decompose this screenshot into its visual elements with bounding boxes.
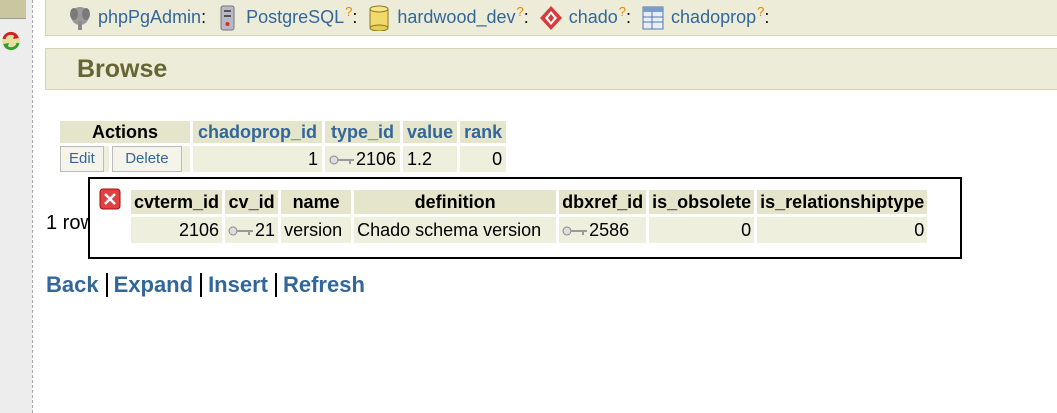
crumb-schema[interactable]: chado?: — [539, 4, 641, 31]
key-icon — [329, 155, 354, 165]
type-id-link[interactable]: 2106 — [356, 149, 396, 169]
table-header-row: Actions chadoprop_id type_id value rank — [60, 121, 507, 143]
crumb-label[interactable]: chado — [569, 7, 618, 28]
popup-header-definition: definition — [354, 190, 557, 214]
dbxref-id-link[interactable]: 2586 — [589, 220, 629, 240]
help-link[interactable]: ? — [757, 4, 764, 19]
key-icon — [228, 226, 254, 236]
popup-header-is-obsolete: is_obsolete — [649, 190, 755, 214]
cell-chadoprop-id: 1 — [193, 146, 322, 172]
popup-header-name: name — [281, 190, 352, 214]
crumb-phppgadmin[interactable]: phpPgAdmin: — [68, 5, 216, 31]
server-icon — [220, 5, 235, 30]
crumb-server[interactable]: PostgreSQL?: — [216, 4, 367, 31]
column-header-chadoprop-id[interactable]: chadoprop_id — [193, 121, 322, 143]
title-bar: Browse — [45, 48, 1057, 90]
cell-type-id[interactable]: 2106 — [325, 146, 401, 172]
crumb-label[interactable]: hardwood_dev — [397, 7, 515, 28]
frame-divider — [32, 0, 33, 413]
popup-header-row: cvterm_id cv_id name definition dbxref_i… — [131, 190, 928, 214]
foreign-key-popup: cvterm_id cv_id name definition dbxref_i… — [88, 177, 962, 259]
insert-link[interactable]: Insert — [208, 272, 268, 298]
popup-cell-cv-id[interactable]: 21 — [225, 217, 279, 243]
breadcrumb: phpPgAdmin: PostgreSQL?: hardwood_dev?: … — [45, 0, 1057, 36]
left-frame — [0, 0, 32, 413]
refresh-link[interactable]: Refresh — [283, 272, 365, 298]
delete-cell: Delete — [112, 146, 190, 172]
refresh-tree-icon[interactable] — [0, 30, 22, 52]
cv-id-link[interactable]: 21 — [255, 220, 275, 240]
popup-cell-name: version — [281, 217, 352, 243]
table-icon — [642, 6, 664, 29]
crumb-table[interactable]: chadoprop?: — [641, 4, 779, 31]
popup-header-dbxref-id: dbxref_id — [559, 190, 647, 214]
popup-table: cvterm_id cv_id name definition dbxref_i… — [128, 187, 930, 246]
edit-cell: Edit — [60, 146, 110, 172]
help-link[interactable]: ? — [619, 4, 626, 19]
crumb-label[interactable]: PostgreSQL — [246, 7, 344, 28]
close-icon[interactable] — [99, 188, 121, 210]
column-header-rank[interactable]: rank — [460, 121, 507, 143]
popup-cell-is-relationshiptype: 0 — [757, 217, 928, 243]
back-link[interactable]: Back — [46, 272, 99, 298]
left-frame-header — [0, 0, 26, 19]
popup-cell-dbxref-id[interactable]: 2586 — [559, 217, 647, 243]
nav-divider — [105, 273, 108, 297]
popup-cell-definition: Chado schema version — [354, 217, 557, 243]
crumb-database[interactable]: hardwood_dev?: — [367, 4, 538, 31]
delete-button[interactable]: Delete — [112, 146, 182, 172]
nav-divider — [200, 273, 203, 297]
cell-rank: 0 — [460, 146, 507, 172]
database-icon — [369, 5, 389, 31]
actions-header: Actions — [60, 121, 190, 143]
popup-header-cv-id: cv_id — [225, 190, 279, 214]
column-header-value[interactable]: value — [403, 121, 458, 143]
popup-header-is-relationshiptype: is_relationshiptype — [757, 190, 928, 214]
crumb-label[interactable]: chadoprop — [671, 7, 756, 28]
crumb-label[interactable]: phpPgAdmin — [98, 7, 201, 28]
nav-divider — [274, 273, 277, 297]
popup-cell-cvterm-id: 2106 — [131, 217, 223, 243]
schema-icon — [539, 5, 562, 30]
expand-link[interactable]: Expand — [114, 272, 193, 298]
edit-button[interactable]: Edit — [60, 146, 104, 172]
page-title: Browse — [77, 54, 168, 83]
column-header-type-id[interactable]: type_id — [325, 121, 401, 143]
bottom-nav: Back Expand Insert Refresh — [46, 272, 365, 298]
key-icon — [562, 226, 588, 236]
popup-row: 2106 21 version Chado schema version 258… — [131, 217, 928, 243]
help-link[interactable]: ? — [517, 4, 524, 19]
table-row: Edit Delete 1 2106 1.2 0 — [60, 146, 507, 172]
help-link[interactable]: ? — [345, 4, 352, 19]
elephant-icon — [70, 6, 90, 30]
popup-header-cvterm-id: cvterm_id — [131, 190, 223, 214]
cell-value: 1.2 — [403, 146, 458, 172]
results-table: Actions chadoprop_id type_id value rank … — [57, 118, 509, 175]
popup-cell-is-obsolete: 0 — [649, 217, 755, 243]
